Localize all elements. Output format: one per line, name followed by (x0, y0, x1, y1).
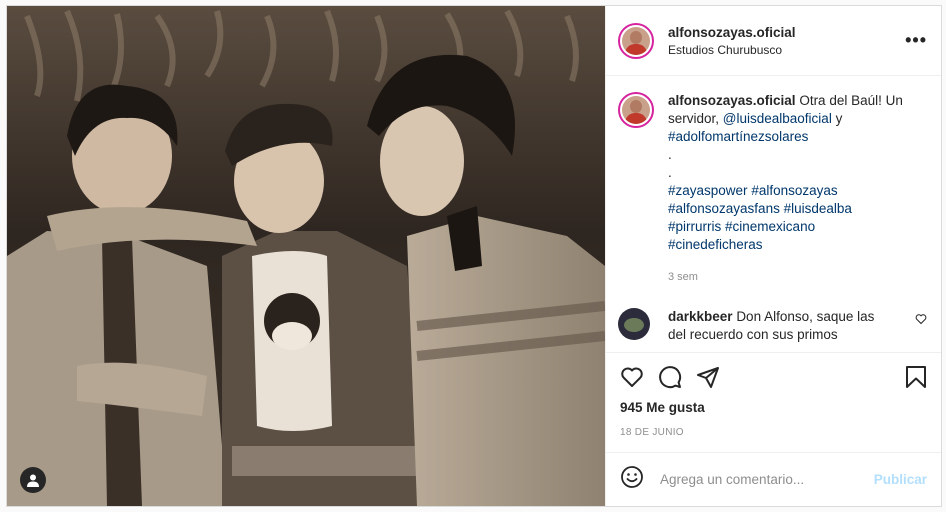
share-button[interactable] (696, 365, 720, 389)
emoji-icon (621, 466, 643, 488)
hashtag-link[interactable]: #pirrurris (668, 219, 721, 234)
post-header: alfonsozayas.oficial Estudios Churubusco… (606, 6, 941, 76)
heart-icon (915, 314, 927, 325)
like-button[interactable] (620, 365, 644, 389)
add-comment-bar: Publicar (606, 452, 941, 506)
comment-button[interactable] (658, 365, 682, 389)
hashtag-link[interactable]: #zayaspower (668, 183, 748, 198)
tag-people-button[interactable] (20, 467, 46, 493)
post-photo[interactable] (7, 6, 605, 506)
post-sidebar: alfonsozayas.oficial Estudios Churubusco… (605, 6, 941, 506)
hashtag-link[interactable]: #cinedeficheras (668, 237, 763, 252)
comment-item: darkkbeer Don Alfonso, saque las del rec… (618, 308, 927, 344)
caption-username[interactable]: alfonsozayas.oficial (668, 93, 796, 108)
save-button[interactable] (905, 365, 927, 389)
profile-avatar[interactable] (618, 22, 654, 59)
post-date[interactable]: 18 DE JUNIO (620, 427, 927, 438)
hashtag-link[interactable]: #adolfomartínezsolares (668, 129, 808, 144)
hashtag-link[interactable]: #alfonsozayas (751, 183, 837, 198)
header-username[interactable]: alfonsozayas.oficial (668, 25, 796, 40)
comment-avatar[interactable] (618, 308, 650, 340)
caption-text-2: y (835, 111, 843, 126)
header-location[interactable]: Estudios Churubusco (668, 43, 796, 57)
hashtag-link[interactable]: #alfonsozayasfans (668, 201, 780, 216)
header-text: alfonsozayas.oficial Estudios Churubusco (668, 25, 796, 57)
action-icons (620, 363, 927, 391)
caption-timestamp[interactable]: 3 sem (668, 268, 927, 286)
emoji-button[interactable] (620, 465, 644, 494)
mention-link[interactable]: @luisdealbaoficial (723, 111, 832, 126)
comments-area: alfonsozayas.oficial Otra del Baúl! Un s… (606, 76, 941, 352)
likes-count[interactable]: 945 Me gusta (620, 400, 927, 415)
user-tag-icon (27, 474, 39, 487)
comment-username[interactable]: darkkbeer (668, 309, 733, 324)
actions-section: 945 Me gusta 18 DE JUNIO (606, 352, 941, 438)
caption: alfonsozayas.oficial Otra del Baúl! Un s… (618, 92, 927, 286)
caption-avatar[interactable] (618, 92, 654, 128)
post-container: alfonsozayas.oficial Estudios Churubusco… (6, 5, 942, 507)
comment-icon (659, 366, 682, 389)
comment-like-icon[interactable] (915, 308, 927, 344)
hashtag-link[interactable]: #luisdealba (784, 201, 852, 216)
hashtag-link[interactable]: #cinemexicano (725, 219, 815, 234)
photo-illustration (7, 6, 605, 506)
caption-dot: . (668, 147, 672, 162)
caption-text: alfonsozayas.oficial Otra del Baúl! Un s… (668, 92, 927, 286)
comment-input[interactable] (658, 471, 874, 488)
more-options-icon[interactable]: ••• (905, 30, 927, 51)
comment-text-block: darkkbeer Don Alfonso, saque las del rec… (668, 308, 893, 344)
publish-button[interactable]: Publicar (874, 472, 927, 487)
caption-dot: . (668, 165, 672, 180)
share-icon (697, 367, 719, 388)
bookmark-icon (906, 366, 926, 388)
heart-icon (621, 367, 643, 387)
